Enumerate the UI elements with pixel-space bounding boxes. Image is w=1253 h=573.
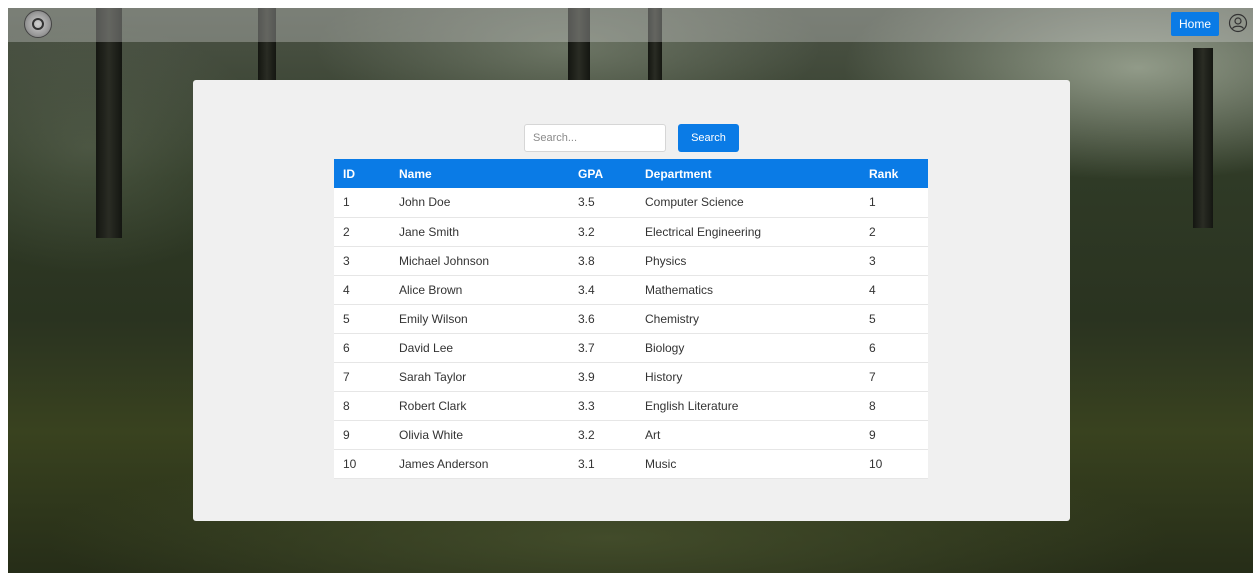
- search-button[interactable]: Search: [678, 124, 739, 152]
- cell-id: 1: [343, 195, 350, 210]
- table-row: 10 James Anderson 3.1 Music 10: [334, 449, 928, 478]
- column-header-department: Department: [645, 166, 712, 181]
- table-row: 1 John Doe 3.5 Computer Science 1: [334, 188, 928, 217]
- search-input[interactable]: [524, 124, 666, 152]
- cell-name: Jane Smith: [399, 224, 460, 239]
- cell-id: 5: [343, 311, 350, 326]
- cell-rank: 7: [869, 369, 876, 384]
- cell-gpa: 3.1: [578, 456, 595, 471]
- table-header-row: ID Name GPA Department Rank: [334, 159, 928, 188]
- cell-gpa: 3.3: [578, 398, 595, 413]
- table-row: 8 Robert Clark 3.3 English Literature 8: [334, 391, 928, 420]
- cell-gpa: 3.6: [578, 311, 595, 326]
- content-panel: Search ID Name GPA Department Rank: [193, 80, 1070, 521]
- cell-name: Emily Wilson: [399, 311, 468, 326]
- seal-logo-icon: [24, 10, 52, 38]
- user-circle-icon[interactable]: [1228, 13, 1248, 33]
- column-header-id: ID: [343, 166, 355, 181]
- table-row: 2 Jane Smith 3.2 Electrical Engineering …: [334, 217, 928, 246]
- cell-id: 10: [343, 456, 357, 471]
- cell-name: John Doe: [399, 195, 451, 210]
- cell-id: 6: [343, 340, 350, 355]
- cell-department: Biology: [645, 340, 685, 355]
- cell-rank: 5: [869, 311, 876, 326]
- column-header-name: Name: [399, 166, 432, 181]
- cell-department: History: [645, 369, 683, 384]
- cell-id: 9: [343, 427, 350, 442]
- cell-name: Robert Clark: [399, 398, 467, 413]
- cell-rank: 3: [869, 253, 876, 268]
- tree-trunk: [1193, 48, 1213, 228]
- cell-rank: 1: [869, 195, 876, 210]
- cell-rank: 8: [869, 398, 876, 413]
- page-frame: Home Search ID Name GPA Department: [8, 8, 1253, 573]
- top-navbar: Home: [8, 8, 1253, 42]
- cell-id: 4: [343, 282, 350, 297]
- cell-name: Alice Brown: [399, 282, 463, 297]
- cell-department: English Literature: [645, 398, 739, 413]
- students-table: ID Name GPA Department Rank 1 John Doe 3…: [334, 159, 928, 479]
- cell-gpa: 3.9: [578, 369, 595, 384]
- home-button[interactable]: Home: [1171, 12, 1219, 36]
- column-header-gpa: GPA: [578, 166, 604, 181]
- cell-rank: 9: [869, 427, 876, 442]
- table-row: 6 David Lee 3.7 Biology 6: [334, 333, 928, 362]
- cell-department: Computer Science: [645, 195, 744, 210]
- cell-id: 8: [343, 398, 350, 413]
- cell-department: Mathematics: [645, 282, 714, 297]
- cell-department: Chemistry: [645, 311, 700, 326]
- cell-rank: 4: [869, 282, 876, 297]
- cell-department: Art: [645, 427, 661, 442]
- table-row: 5 Emily Wilson 3.6 Chemistry 5: [334, 304, 928, 333]
- table-row: 3 Michael Johnson 3.8 Physics 3: [334, 246, 928, 275]
- cell-gpa: 3.2: [578, 427, 595, 442]
- cell-name: Olivia White: [399, 427, 464, 442]
- cell-department: Electrical Engineering: [645, 224, 762, 239]
- cell-name: James Anderson: [399, 456, 489, 471]
- cell-name: Sarah Taylor: [399, 369, 467, 384]
- cell-gpa: 3.7: [578, 340, 595, 355]
- cell-gpa: 3.5: [578, 195, 595, 210]
- cell-id: 2: [343, 224, 350, 239]
- cell-id: 3: [343, 253, 350, 268]
- cell-name: Michael Johnson: [399, 253, 490, 268]
- table-row: 7 Sarah Taylor 3.9 History 7: [334, 362, 928, 391]
- cell-id: 7: [343, 369, 350, 384]
- cell-gpa: 3.8: [578, 253, 595, 268]
- cell-rank: 6: [869, 340, 876, 355]
- column-header-rank: Rank: [869, 166, 899, 181]
- table-row: 9 Olivia White 3.2 Art 9: [334, 420, 928, 449]
- cell-gpa: 3.2: [578, 224, 595, 239]
- cell-rank: 10: [869, 456, 883, 471]
- tree-trunk: [96, 8, 122, 238]
- cell-gpa: 3.4: [578, 282, 595, 297]
- cell-rank: 2: [869, 224, 876, 239]
- cell-name: David Lee: [399, 340, 454, 355]
- cell-department: Music: [645, 456, 677, 471]
- table-row: 4 Alice Brown 3.4 Mathematics 4: [334, 275, 928, 304]
- cell-department: Physics: [645, 253, 687, 268]
